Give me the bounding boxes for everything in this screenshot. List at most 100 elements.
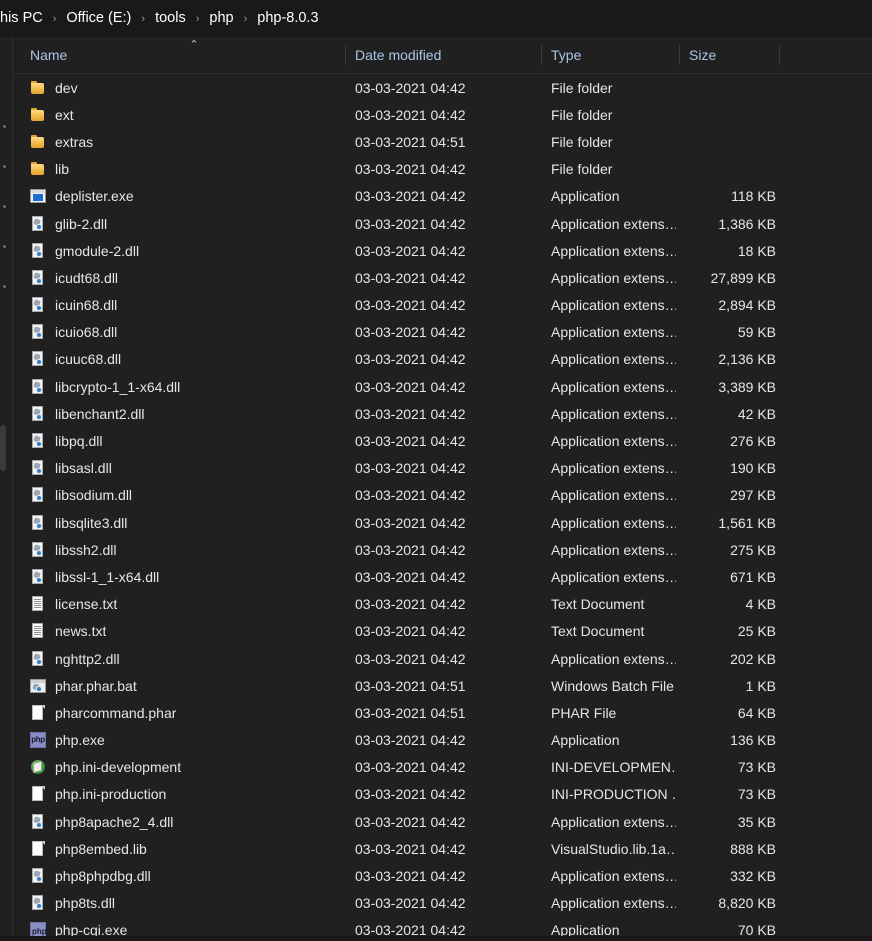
file-name-cell[interactable]: php php.exe bbox=[30, 732, 340, 749]
file-list-row[interactable]: libenchant2.dll 03-03-2021 04:42 Applicati… bbox=[13, 400, 872, 427]
file-list-row[interactable]: pharcommand.phar 03-03-2021 04:51 PHAR Fil… bbox=[13, 699, 872, 726]
navigation-pane-scrollbar-thumb[interactable] bbox=[0, 425, 6, 471]
file-list-row[interactable]: glib-2.dll 03-03-2021 04:42 Application ex… bbox=[13, 210, 872, 237]
file-name-cell[interactable]: php8phpdbg.dll bbox=[30, 868, 340, 884]
file-name-cell[interactable]: php.ini-production bbox=[30, 786, 340, 802]
column-header-spare[interactable] bbox=[779, 37, 872, 73]
file-list-row[interactable]: php8ts.dll 03-03-2021 04:42 Application ex… bbox=[13, 890, 872, 917]
file-list-row[interactable]: deplister.exe 03-03-2021 04:42 Application… bbox=[13, 183, 872, 210]
file-date-modified-cell: 03-03-2021 04:42 bbox=[355, 215, 466, 232]
file-name-cell[interactable]: dev bbox=[30, 80, 340, 96]
blank-document-icon bbox=[30, 704, 46, 721]
breadcrumb-item-php-8-0-3[interactable]: php-8.0.3 bbox=[251, 8, 324, 29]
breadcrumb-item-php[interactable]: php bbox=[203, 8, 239, 29]
file-type-cell: Application extens… bbox=[551, 351, 676, 368]
file-name-label: php.exe bbox=[55, 732, 105, 749]
file-name-cell[interactable]: php8ts.dll bbox=[30, 895, 340, 911]
column-header-type[interactable]: Type bbox=[541, 37, 679, 73]
file-date-modified-cell: 03-03-2021 04:42 bbox=[355, 813, 466, 830]
file-name-label: php8ts.dll bbox=[55, 895, 115, 912]
dll-icon bbox=[30, 351, 46, 367]
folder-icon bbox=[30, 80, 46, 96]
file-name-cell[interactable]: php8embed.lib bbox=[30, 840, 340, 857]
file-name-cell[interactable]: php8apache2_4.dll bbox=[30, 813, 340, 830]
file-list-row[interactable]: php.ini-production 03-03-2021 04:42 INI-PR… bbox=[13, 781, 872, 808]
file-list-row[interactable]: icudt68.dll 03-03-2021 04:42 Application e… bbox=[13, 264, 872, 291]
dll-icon bbox=[30, 813, 46, 830]
file-list-row[interactable]: license.txt 03-03-2021 04:42 Text Document… bbox=[13, 591, 872, 618]
column-header-date-modified[interactable]: Date modified bbox=[345, 37, 541, 73]
address-bar[interactable]: his PC › Office (E:) › tools › php › php-8.0.3 bbox=[0, 0, 872, 37]
file-name-cell[interactable]: libsodium.dll bbox=[30, 487, 340, 503]
file-name-cell[interactable]: phar.phar.bat bbox=[30, 678, 340, 694]
column-header-name[interactable]: Name ⌃ bbox=[13, 37, 345, 73]
file-name-cell[interactable]: icuuc68.dll bbox=[30, 351, 340, 367]
file-name-label: php8apache2_4.dll bbox=[55, 813, 174, 830]
file-list-row[interactable]: extras 03-03-2021 04:51 File folder bbox=[13, 128, 872, 155]
file-date-modified-cell: 03-03-2021 04:42 bbox=[355, 242, 466, 259]
file-name-cell[interactable]: libsasl.dll bbox=[30, 460, 340, 476]
breadcrumb-item-his-pc[interactable]: his PC bbox=[0, 8, 49, 29]
file-list-row[interactable]: icuuc68.dll 03-03-2021 04:42 Application e… bbox=[13, 346, 872, 373]
file-name-cell[interactable]: libenchant2.dll bbox=[30, 405, 340, 422]
column-header-size[interactable]: Size bbox=[679, 37, 779, 73]
file-list-row[interactable]: libsodium.dll 03-03-2021 04:42 Application… bbox=[13, 482, 872, 509]
file-name-cell[interactable]: pharcommand.phar bbox=[30, 704, 340, 721]
file-size-cell: 8,820 KB bbox=[718, 895, 776, 912]
file-list-row[interactable]: phar.phar.bat 03-03-2021 04:51 Windows Bat… bbox=[13, 672, 872, 699]
file-list-row[interactable]: libssh2.dll 03-03-2021 04:42 Application e… bbox=[13, 536, 872, 563]
file-name-cell[interactable]: lib bbox=[30, 161, 340, 177]
file-name-cell[interactable]: libcrypto-1_1-x64.dll bbox=[30, 378, 340, 395]
file-name-cell[interactable]: icudt68.dll bbox=[30, 269, 340, 286]
file-name-cell[interactable]: extras bbox=[30, 134, 340, 150]
file-list-row[interactable]: libsqlite3.dll 03-03-2021 04:42 Applicatio… bbox=[13, 509, 872, 536]
navigation-pane[interactable]: lis bbox=[0, 37, 12, 941]
file-name-cell[interactable]: news.txt bbox=[30, 623, 340, 639]
file-list-row[interactable]: php8phpdbg.dll 03-03-2021 04:42 Applicatio… bbox=[13, 862, 872, 889]
file-list-row[interactable]: dev 03-03-2021 04:42 File folder bbox=[13, 74, 872, 101]
file-list-row[interactable]: php8embed.lib 03-03-2021 04:42 VisualStudi… bbox=[13, 835, 872, 862]
file-list-row[interactable]: gmodule-2.dll 03-03-2021 04:42 Application… bbox=[13, 237, 872, 264]
file-name-cell[interactable]: gmodule-2.dll bbox=[30, 242, 340, 259]
file-list-row[interactable]: php php.exe 03-03-2021 04:42 Application 136… bbox=[13, 727, 872, 754]
file-name-cell[interactable]: libpq.dll bbox=[30, 433, 340, 449]
column-header-type-label: Type bbox=[551, 47, 582, 63]
file-list-row[interactable]: ext 03-03-2021 04:42 File folder bbox=[13, 101, 872, 128]
file-name-label: icuin68.dll bbox=[55, 297, 118, 314]
file-list-row[interactable]: icuin68.dll 03-03-2021 04:42 Application e… bbox=[13, 292, 872, 319]
file-type-cell: Text Document bbox=[551, 623, 645, 640]
file-size-cell: 118 KB bbox=[731, 188, 776, 205]
file-name-cell[interactable]: libssl-1_1-x64.dll bbox=[30, 568, 340, 585]
file-list-row[interactable]: php.ini-development 03-03-2021 04:42 INI-D… bbox=[13, 754, 872, 781]
file-type-cell: Application extens… bbox=[551, 297, 676, 314]
file-list-row[interactable]: icuio68.dll 03-03-2021 04:42 Application e… bbox=[13, 319, 872, 346]
file-name-cell[interactable]: icuio68.dll bbox=[30, 324, 340, 340]
file-name-cell[interactable]: icuin68.dll bbox=[30, 297, 340, 313]
breadcrumb-item-tools[interactable]: tools bbox=[149, 8, 192, 29]
file-name-label: libsodium.dll bbox=[55, 487, 133, 504]
file-name-cell[interactable]: libsqlite3.dll bbox=[30, 514, 340, 531]
file-date-modified-cell: 03-03-2021 04:42 bbox=[355, 405, 466, 422]
file-name-cell[interactable]: ext bbox=[30, 107, 340, 123]
file-list-row[interactable]: libpq.dll 03-03-2021 04:42 Application ext… bbox=[13, 427, 872, 454]
file-name-label: libpq.dll bbox=[55, 433, 103, 450]
file-date-modified-cell: 03-03-2021 04:42 bbox=[355, 868, 466, 885]
file-name-cell[interactable]: deplister.exe bbox=[30, 188, 340, 204]
file-list-row[interactable]: php8apache2_4.dll 03-03-2021 04:42 Applica… bbox=[13, 808, 872, 835]
file-list-row[interactable]: libssl-1_1-x64.dll 03-03-2021 04:42 Applic… bbox=[13, 563, 872, 590]
blank-document-icon bbox=[30, 840, 46, 857]
file-list-row[interactable]: news.txt 03-03-2021 04:42 Text Document 25 … bbox=[13, 618, 872, 645]
file-name-cell[interactable]: nghttp2.dll bbox=[30, 650, 340, 667]
file-list-row[interactable]: nghttp2.dll 03-03-2021 04:42 Application e… bbox=[13, 645, 872, 672]
file-name-cell[interactable]: php.ini-development bbox=[30, 759, 340, 775]
file-name-cell[interactable]: libssh2.dll bbox=[30, 541, 340, 558]
file-name-cell[interactable]: glib-2.dll bbox=[30, 215, 340, 232]
file-list-row[interactable]: lib 03-03-2021 04:42 File folder bbox=[13, 156, 872, 183]
file-date-modified-cell: 03-03-2021 04:42 bbox=[355, 568, 466, 585]
file-name-cell[interactable]: license.txt bbox=[30, 596, 340, 612]
file-list-row[interactable]: libsasl.dll 03-03-2021 04:42 Application e… bbox=[13, 455, 872, 482]
breadcrumb-item-office-e[interactable]: Office (E:) bbox=[60, 8, 137, 29]
dll-icon bbox=[30, 215, 46, 232]
file-list-row[interactable]: libcrypto-1_1-x64.dll 03-03-2021 04:42 App… bbox=[13, 373, 872, 400]
navigation-pane-scrollbar[interactable] bbox=[0, 37, 6, 941]
